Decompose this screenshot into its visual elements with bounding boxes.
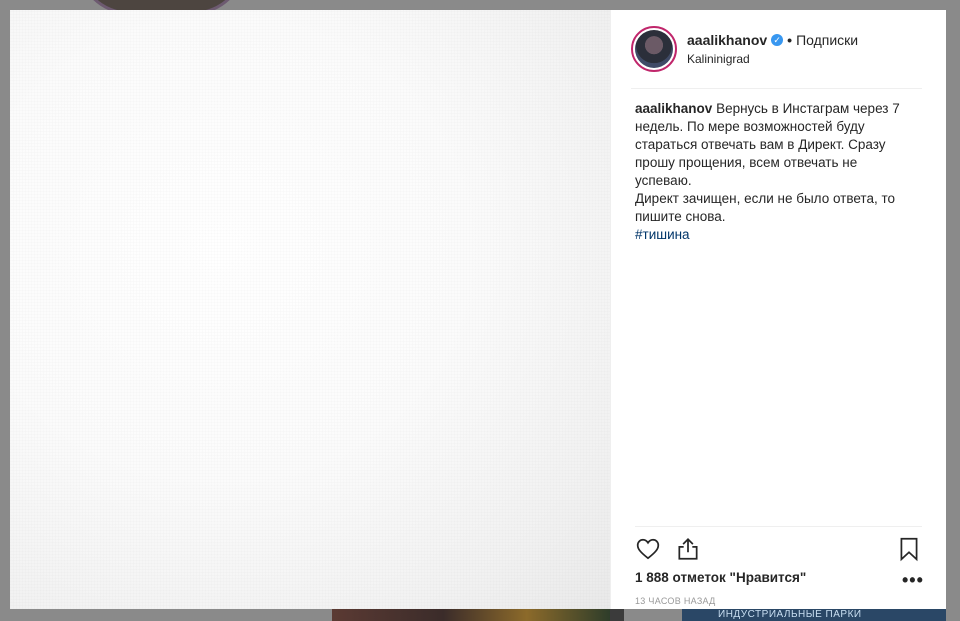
background-thumbnail xyxy=(610,608,624,621)
background-thumbnail xyxy=(332,608,610,621)
post-sidebar: aaalikhanov ✓ • Подписки Kalininigrad aa… xyxy=(610,10,946,609)
separator-dot: • xyxy=(787,32,793,48)
divider xyxy=(635,526,922,527)
more-options-button[interactable]: ••• xyxy=(902,571,923,590)
post-header: aaalikhanov ✓ • Подписки Kalininigrad xyxy=(631,24,922,89)
post-timestamp[interactable]: 13 ЧАСОВ НАЗАД xyxy=(635,596,716,606)
caption-text: Директ зачищен, если не было ответа, то … xyxy=(635,191,896,224)
save-button[interactable] xyxy=(896,536,922,562)
avatar-image xyxy=(635,30,673,68)
post-image[interactable] xyxy=(10,10,610,609)
caption-author-link[interactable]: aaalikhanov xyxy=(635,101,712,116)
post-modal: aaalikhanov ✓ • Подписки Kalininigrad aa… xyxy=(10,10,946,609)
header-text: aaalikhanov ✓ • Подписки Kalininigrad xyxy=(687,32,858,66)
user-row: aaalikhanov ✓ • Подписки xyxy=(687,32,858,48)
background-thumbnail: ИНДУСТРИАЛЬНЫЕ ПАРКИ xyxy=(682,608,946,621)
share-icon xyxy=(678,538,698,560)
verified-badge-icon: ✓ xyxy=(771,34,784,46)
hashtag-link[interactable]: #тишина xyxy=(635,226,915,244)
post-caption: aaalikhanov Вернусь в Инстаграм через 7 … xyxy=(635,100,915,244)
username-link[interactable]: aaalikhanov xyxy=(687,32,767,48)
like-button[interactable] xyxy=(635,536,661,562)
likes-count[interactable]: 1 888 отметок "Нравится" xyxy=(635,570,806,585)
avatar[interactable] xyxy=(631,26,677,72)
bookmark-icon xyxy=(900,537,918,562)
heart-outline-icon xyxy=(636,538,660,560)
share-button[interactable] xyxy=(675,536,701,562)
following-button[interactable]: Подписки xyxy=(796,32,858,48)
post-actions xyxy=(635,534,922,564)
background-thumbnail-text: ИНДУСТРИАЛЬНЫЕ ПАРКИ xyxy=(718,609,862,620)
location-link[interactable]: Kalininigrad xyxy=(687,52,858,66)
